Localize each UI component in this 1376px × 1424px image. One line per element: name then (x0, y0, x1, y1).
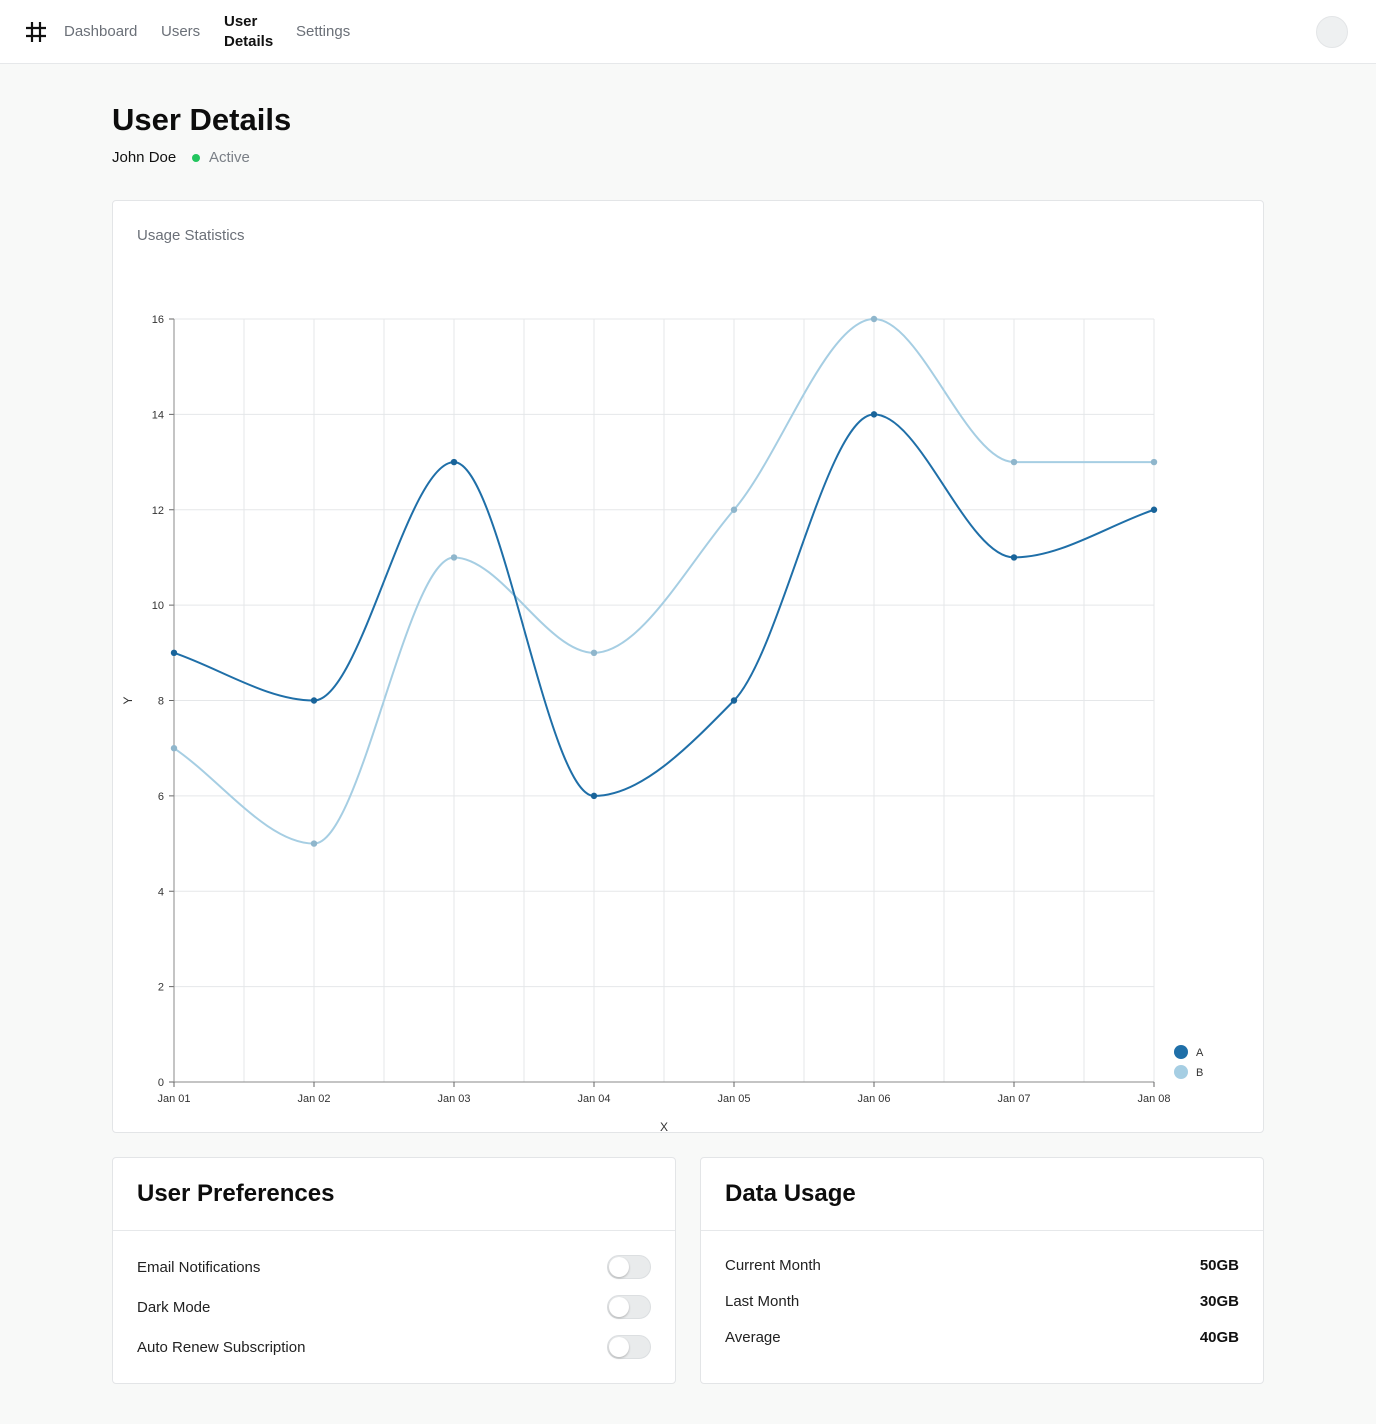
top-nav: Dashboard Users User Details Settings (0, 0, 1376, 64)
page-title: User Details (112, 102, 292, 137)
y-tick-label: 10 (152, 600, 164, 612)
x-tick-label: Jan 05 (717, 1093, 750, 1105)
y-tick-label: 12 (152, 505, 164, 517)
data-point-a (170, 649, 178, 657)
data-point-b (170, 744, 178, 752)
data-usage-value-last-month: 30GB (1199, 1293, 1239, 1310)
legend-swatch-b (1174, 1065, 1188, 1079)
usage-chart: 0 2 4 6 8 10 12 14 16 Jan 01 Jan 02 Jan 03 Jan 04 Jan… (121, 314, 1204, 1134)
data-point-a (870, 411, 878, 418)
data-point-a (310, 697, 318, 704)
data-usage-value-current-month: 50GB (1199, 1257, 1239, 1274)
nav-dashboard[interactable]: Dashboard (64, 0, 137, 64)
user-name: John Doe (112, 149, 177, 166)
data-usage-card: Data Usage Current Month 50GB Last Month… (700, 1157, 1264, 1384)
hash-logo-icon[interactable] (24, 20, 48, 44)
user-preferences-card: User Preferences Email Notifications Dar… (112, 1157, 676, 1384)
nav-users[interactable]: Users (161, 0, 200, 64)
x-tick-label: Jan 08 (1137, 1093, 1170, 1105)
avatar[interactable] (1316, 16, 1348, 48)
pref-label-auto-renew: Auto Renew Subscription (137, 1339, 306, 1356)
data-point-b (1150, 458, 1158, 466)
dark-mode-toggle[interactable] (607, 1295, 651, 1319)
email-notifications-toggle[interactable] (607, 1255, 651, 1279)
data-point-a (590, 792, 598, 800)
y-tick-label: 0 (158, 1077, 164, 1089)
x-tick-label: Jan 02 (297, 1093, 330, 1105)
status-badge: Active (209, 149, 250, 166)
data-point-b (1010, 458, 1018, 466)
y-tick-label: 14 (152, 409, 164, 421)
legend-label-a: A (1196, 1047, 1204, 1059)
toggle-knob (609, 1337, 629, 1357)
data-point-b (450, 554, 458, 561)
x-axis-label: X (660, 1120, 668, 1134)
toggle-knob (609, 1297, 629, 1317)
y-tick-label: 6 (158, 791, 164, 803)
x-tick-label: Jan 03 (437, 1093, 470, 1105)
x-tick-label: Jan 07 (997, 1093, 1030, 1105)
toggle-knob (609, 1257, 629, 1277)
data-usage-value-average: 40GB (1199, 1329, 1239, 1346)
y-tick-label: 16 (152, 314, 164, 326)
data-usage-title: Data Usage (725, 1180, 856, 1207)
data-usage-label-last-month: Last Month (725, 1293, 800, 1310)
data-point-b (590, 649, 598, 657)
data-point-b (870, 315, 878, 323)
data-point-a (730, 697, 738, 704)
data-point-a (450, 458, 458, 466)
x-tick-label: Jan 01 (157, 1093, 190, 1105)
data-point-a (1010, 554, 1018, 561)
auto-renew-toggle[interactable] (607, 1335, 651, 1359)
preferences-title: User Preferences (137, 1180, 335, 1207)
data-usage-label-current-month: Current Month (725, 1257, 821, 1274)
y-tick-label: 4 (158, 886, 164, 898)
divider (701, 1230, 1263, 1231)
pref-label-dark-mode: Dark Mode (137, 1299, 211, 1316)
status-dot-icon (192, 154, 200, 162)
data-point-b (310, 840, 318, 847)
y-tick-label: 8 (158, 696, 164, 708)
data-usage-label-average: Average (725, 1329, 781, 1346)
divider (113, 1230, 675, 1231)
legend-label-b: B (1196, 1067, 1203, 1079)
nav-settings[interactable]: Settings (296, 0, 350, 64)
x-tick-label: Jan 04 (577, 1093, 610, 1105)
legend-swatch-a (1174, 1045, 1188, 1059)
y-axis-label: Y (121, 696, 135, 704)
data-point-a (1150, 506, 1158, 513)
usage-statistics-card: Usage Statistics 0 2 4 6 8 10 12 14 16 Jan 01 Jan … (112, 200, 1264, 1134)
data-point-b (730, 506, 738, 513)
x-tick-label: Jan 06 (857, 1093, 890, 1105)
pref-label-email-notifications: Email Notifications (137, 1259, 261, 1276)
nav-user-details[interactable]: User Details (224, 0, 284, 64)
y-tick-label: 2 (158, 982, 164, 994)
